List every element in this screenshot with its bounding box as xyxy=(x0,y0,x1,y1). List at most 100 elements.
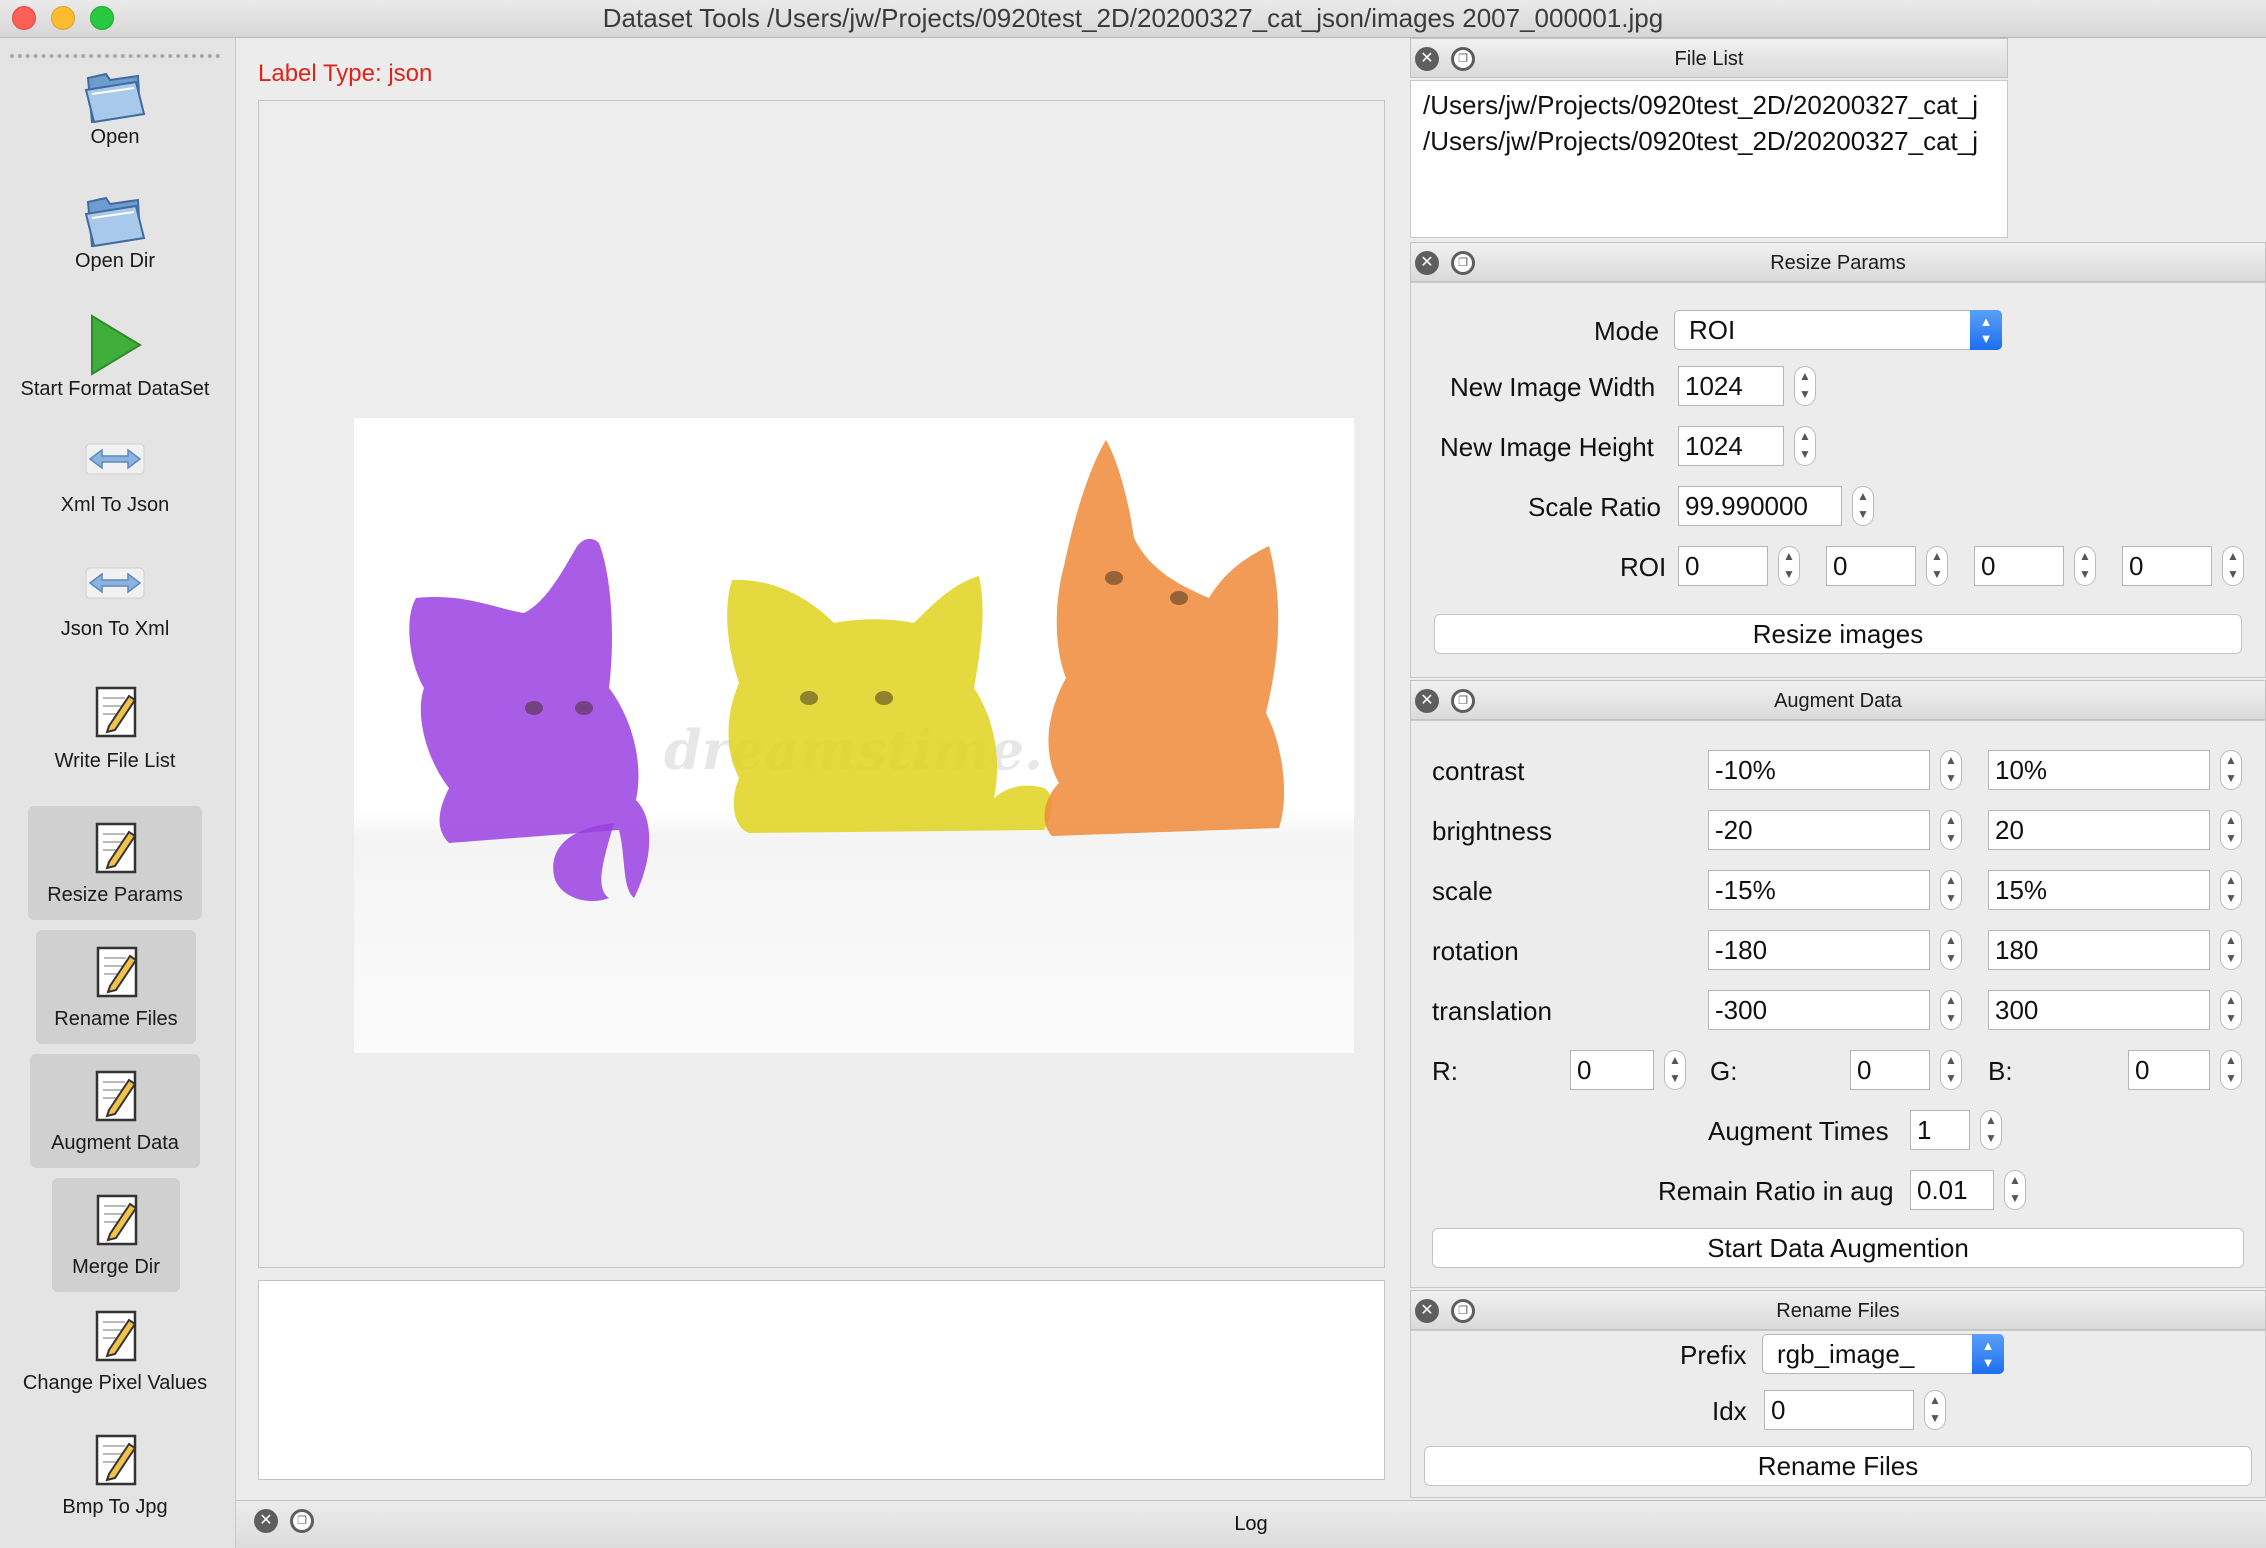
translation-label: translation xyxy=(1432,996,1552,1026)
g-label: G: xyxy=(1710,1056,1738,1086)
rotation-max-input[interactable]: 180 xyxy=(1988,930,2210,970)
roi-input[interactable]: 0 xyxy=(2122,546,2212,586)
g-stepper[interactable]: ▲ ▼ xyxy=(1940,1050,1962,1090)
open-label: Open xyxy=(90,126,140,148)
toolbar-grip[interactable] xyxy=(10,54,220,58)
width-input[interactable]: 1024 xyxy=(1678,366,1784,406)
roi-input[interactable]: 0 xyxy=(1974,546,2064,586)
g-input[interactable]: 0 xyxy=(1850,1050,1930,1090)
prefix-select[interactable]: rgb_image_ ▲ ▼ xyxy=(1762,1334,2004,1374)
float-icon[interactable]: ❐ xyxy=(1451,251,1475,275)
json-to-xml-label: Json To Xml xyxy=(60,618,170,640)
file-list-item[interactable]: /Users/jw/Projects/0920test_2D/20200327_… xyxy=(1423,123,2007,159)
height-input[interactable]: 1024 xyxy=(1678,426,1784,466)
rename-files-button[interactable]: Rename Files xyxy=(36,930,196,1044)
mode-select[interactable]: ROI ▲ ▼ xyxy=(1674,310,2002,350)
resize-images-button[interactable]: Resize images xyxy=(1434,614,2242,654)
folder-icon xyxy=(84,196,146,248)
edit-document-icon xyxy=(95,1310,137,1362)
rename-dock-titlebar: ✕ ❐ Rename Files xyxy=(1410,1290,2266,1330)
augment-title: Augment Data xyxy=(1774,690,1902,712)
open-button[interactable]: Open xyxy=(0,64,230,174)
open-dir-label: Open Dir xyxy=(74,250,156,272)
json-to-xml-button[interactable]: Json To Xml xyxy=(0,558,230,668)
roi-input[interactable]: 0 xyxy=(1678,546,1768,586)
resize-params-button[interactable]: Resize Params xyxy=(28,806,202,920)
log-dock-titlebar: ✕ ❐ Log xyxy=(236,1500,2266,1548)
roi-stepper[interactable]: ▲ ▼ xyxy=(2074,546,2096,586)
roi-stepper[interactable]: ▲ ▼ xyxy=(1926,546,1948,586)
r-stepper[interactable]: ▲ ▼ xyxy=(1664,1050,1686,1090)
augment-times-stepper[interactable]: ▲ ▼ xyxy=(1980,1110,2002,1150)
close-icon[interactable]: ✕ xyxy=(1415,689,1439,713)
xml-to-json-label: Xml To Json xyxy=(60,494,170,516)
r-input[interactable]: 0 xyxy=(1570,1050,1654,1090)
translation-max-stepper[interactable]: ▲ ▼ xyxy=(2220,990,2242,1030)
scale-ratio-stepper[interactable]: ▲ ▼ xyxy=(1852,486,1874,526)
annotated-image[interactable]: dreamstime. xyxy=(354,418,1354,1053)
file-list[interactable]: /Users/jw/Projects/0920test_2D/20200327_… xyxy=(1410,80,2008,238)
contrast-max-stepper[interactable]: ▲ ▼ xyxy=(2220,750,2242,790)
log-output[interactable] xyxy=(258,1280,1385,1480)
rotation-min-stepper[interactable]: ▲ ▼ xyxy=(1940,930,1962,970)
merge-dir-button[interactable]: Merge Dir xyxy=(52,1178,180,1292)
contrast-min-input[interactable]: -10% xyxy=(1708,750,1930,790)
yellow-cat-mask[interactable] xyxy=(727,576,1052,833)
idx-input[interactable]: 0 xyxy=(1764,1390,1914,1430)
b-input[interactable]: 0 xyxy=(2128,1050,2210,1090)
scale-ratio-input[interactable]: 99.990000 xyxy=(1678,486,1842,526)
close-icon[interactable]: ✕ xyxy=(1415,1299,1439,1323)
start-format-dataset-button[interactable]: Start Format DataSet xyxy=(0,312,230,422)
roi-input[interactable]: 0 xyxy=(1826,546,1916,586)
height-label: New Image Height xyxy=(1440,432,1654,462)
idx-stepper[interactable]: ▲ ▼ xyxy=(1924,1390,1946,1430)
edit-document-icon xyxy=(96,1194,138,1246)
float-icon[interactable]: ❐ xyxy=(1451,689,1475,713)
remain-ratio-stepper[interactable]: ▲ ▼ xyxy=(2004,1170,2026,1210)
scale-max-stepper[interactable]: ▲ ▼ xyxy=(2220,870,2242,910)
close-icon[interactable]: ✕ xyxy=(1415,47,1439,71)
brightness-max-stepper[interactable]: ▲ ▼ xyxy=(2220,810,2242,850)
remain-ratio-input[interactable]: 0.01 xyxy=(1910,1170,1994,1210)
scale-min-stepper[interactable]: ▲ ▼ xyxy=(1940,870,1962,910)
xml-to-json-button[interactable]: Xml To Json xyxy=(0,434,230,544)
open-dir-button[interactable]: Open Dir xyxy=(0,188,230,298)
change-pixel-values-button[interactable]: Change Pixel Values xyxy=(0,1306,230,1416)
translation-min-input[interactable]: -300 xyxy=(1708,990,1930,1030)
augment-data-button[interactable]: Augment Data xyxy=(30,1054,200,1168)
rotation-max-stepper[interactable]: ▲ ▼ xyxy=(2220,930,2242,970)
rotation-min-input[interactable]: -180 xyxy=(1708,930,1930,970)
augment-times-input[interactable]: 1 xyxy=(1910,1110,1970,1150)
orange-cat-mask[interactable] xyxy=(1044,440,1285,836)
scale-min-input[interactable]: -15% xyxy=(1708,870,1930,910)
rename-files-button[interactable]: Rename Files xyxy=(1424,1446,2252,1486)
b-stepper[interactable]: ▲ ▼ xyxy=(2220,1050,2242,1090)
change-pixel-values-label: Change Pixel Values xyxy=(22,1372,208,1394)
brightness-max-input[interactable]: 20 xyxy=(1988,810,2210,850)
augment-dock-titlebar: ✕ ❐ Augment Data xyxy=(1410,680,2266,720)
translation-min-stepper[interactable]: ▲ ▼ xyxy=(1940,990,1962,1030)
file-list-item[interactable]: /Users/jw/Projects/0920test_2D/20200327_… xyxy=(1423,87,2007,123)
purple-cat-mask[interactable] xyxy=(409,538,650,898)
translation-max-input[interactable]: 300 xyxy=(1988,990,2210,1030)
brightness-min-stepper[interactable]: ▲ ▼ xyxy=(1940,810,1962,850)
contrast-min-stepper[interactable]: ▲ ▼ xyxy=(1940,750,1962,790)
width-stepper[interactable]: ▲ ▼ xyxy=(1794,366,1816,406)
bmp-to-jpg-button[interactable]: Bmp To Jpg xyxy=(0,1430,230,1540)
start-data-augmention-button[interactable]: Start Data Augmention xyxy=(1432,1228,2244,1268)
contrast-max-input[interactable]: 10% xyxy=(1988,750,2210,790)
augment-data-label: Augment Data xyxy=(51,1132,179,1154)
roi-stepper[interactable]: ▲ ▼ xyxy=(2222,546,2244,586)
write-file-list-button[interactable]: Write File List xyxy=(0,682,230,792)
contrast-label: contrast xyxy=(1432,756,1525,786)
roi-stepper[interactable]: ▲ ▼ xyxy=(1778,546,1800,586)
float-icon[interactable]: ❐ xyxy=(1451,1299,1475,1323)
height-stepper[interactable]: ▲ ▼ xyxy=(1794,426,1816,466)
bmp-to-jpg-label: Bmp To Jpg xyxy=(62,1496,168,1518)
scale-label: scale xyxy=(1432,876,1493,906)
close-icon[interactable]: ✕ xyxy=(1415,251,1439,275)
scale-max-input[interactable]: 15% xyxy=(1988,870,2210,910)
edit-document-icon xyxy=(95,1434,137,1486)
brightness-min-input[interactable]: -20 xyxy=(1708,810,1930,850)
float-icon[interactable]: ❐ xyxy=(1451,47,1475,71)
